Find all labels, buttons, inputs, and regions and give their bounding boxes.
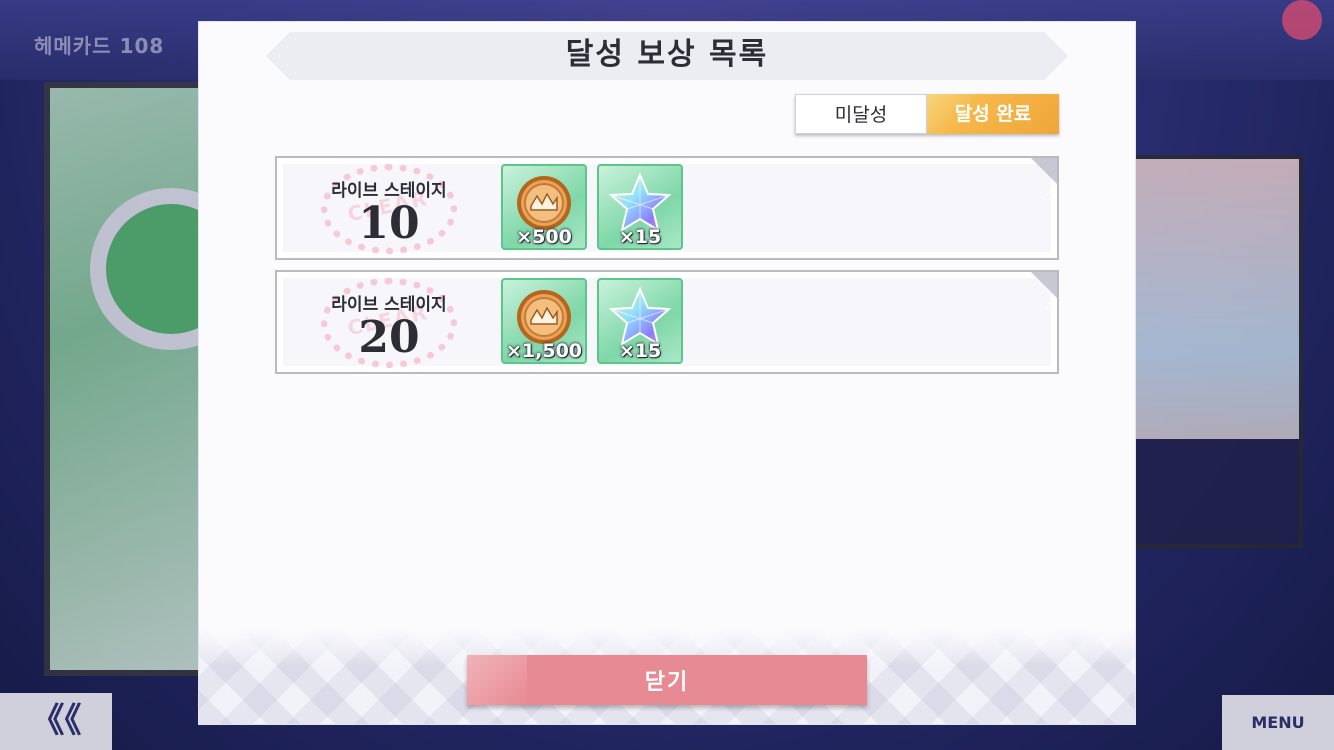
expand-corner-icon[interactable]: ↗	[1031, 272, 1057, 313]
status-tabs: 미달성 달성 완료	[795, 94, 1059, 134]
tab-achieved[interactable]: 달성 완료	[927, 94, 1059, 134]
background-event-card-left	[44, 82, 252, 676]
dialog-title: 달성 보상 목록	[565, 37, 769, 72]
reward-row: ↗ CLEAR 라이브 스테이지 20 ×1,500 ×15	[275, 270, 1059, 374]
reward-list-dialog: 달성 보상 목록 미달성 달성 완료 ↗ CLEAR 라이브 스테이지 10 ×…	[199, 22, 1135, 724]
stage-number: 10	[358, 198, 420, 249]
reward-item-star-gem[interactable]: ×15	[597, 278, 683, 364]
stage-number: 20	[358, 312, 420, 363]
reward-item-coin[interactable]: ×1,500	[501, 278, 587, 364]
reward-quantity: ×15	[618, 340, 662, 362]
tab-not-achieved[interactable]: 미달성	[795, 94, 927, 134]
close-button[interactable]: 닫기	[467, 655, 867, 705]
background-topbar-text: 헤메카드 108	[34, 34, 165, 58]
reward-quantity: ×1,500	[505, 340, 583, 362]
reward-item-star-gem[interactable]: ×15	[597, 164, 683, 250]
reward-row: ↗ CLEAR 라이브 스테이지 10 ×500 ×15	[275, 156, 1059, 260]
background-event-card-right	[1130, 155, 1303, 548]
reward-quantity: ×15	[618, 226, 662, 248]
back-button: 《《	[0, 693, 112, 750]
reward-quantity: ×500	[516, 226, 572, 248]
reward-list: ↗ CLEAR 라이브 스테이지 10 ×500 ×15 ↗ CLEAR 라이브…	[275, 156, 1059, 384]
reward-item-coin[interactable]: ×500	[501, 164, 587, 250]
expand-corner-icon[interactable]: ↗	[1031, 158, 1057, 199]
menu-button: MENU	[1222, 695, 1334, 750]
background-notification-badge	[1282, 0, 1322, 40]
